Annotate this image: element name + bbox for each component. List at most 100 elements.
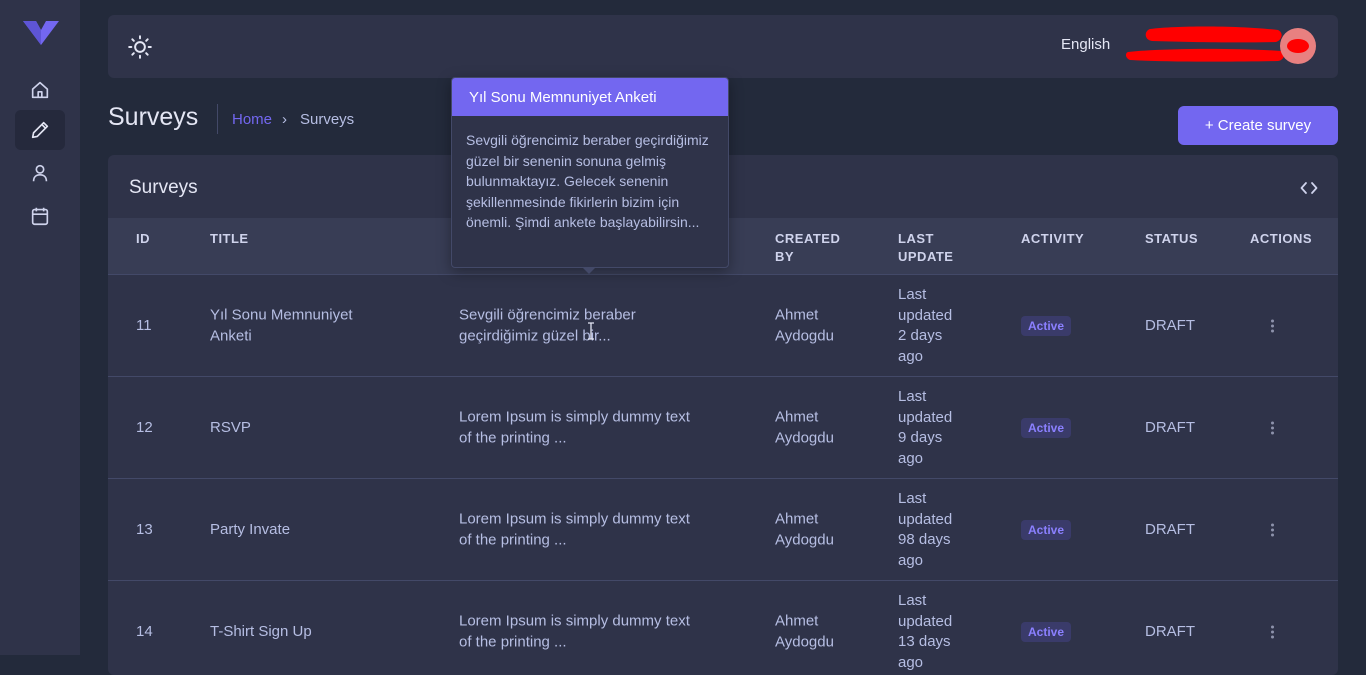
row-title-line2: Anketi xyxy=(210,327,252,344)
row-last-update-line1: Last xyxy=(898,592,927,609)
breadcrumb-current: Surveys xyxy=(300,111,355,128)
row-last-update-line2: updated xyxy=(898,306,953,324)
row-last-update-line1: Last xyxy=(898,490,927,507)
row-description[interactable]: Sevgili öğrencimiz beraber geçirdiğimiz … xyxy=(459,306,636,347)
row-last-update: Last updated 9 days ago xyxy=(898,387,952,469)
row-last-update-line4: ago xyxy=(898,551,924,569)
popover-arrow xyxy=(582,267,596,274)
avatar[interactable] xyxy=(1280,28,1316,64)
row-status: DRAFT xyxy=(1145,622,1195,640)
row-status: DRAFT xyxy=(1145,520,1195,538)
row-created-by: Ahmet Aydogdu xyxy=(775,306,834,347)
row-created-by-line2: Aydogdu xyxy=(775,531,834,548)
header-actions: ACTIONS xyxy=(1250,231,1312,246)
row-last-update-line1: Last xyxy=(898,388,927,405)
row-description[interactable]: Lorem Ipsum is simply dummy text of the … xyxy=(459,510,690,551)
header-last-update-line1: LAST xyxy=(898,231,934,246)
more-vertical-icon[interactable] xyxy=(1271,522,1275,539)
row-status: DRAFT xyxy=(1145,316,1195,334)
sun-icon xyxy=(128,35,152,59)
row-created-by-line1: Ahmet xyxy=(775,510,819,528)
row-created-by: Ahmet Aydogdu xyxy=(775,408,834,449)
theme-toggle-button[interactable] xyxy=(127,34,153,60)
nav-calendar[interactable] xyxy=(15,196,65,236)
row-description-line1: Sevgili öğrencimiz beraber xyxy=(459,306,636,324)
row-created-by-line2: Aydogdu xyxy=(775,633,834,650)
header-activity[interactable]: ACTIVITY xyxy=(1021,230,1084,248)
table-row[interactable]: 12 RSVP Lorem Ipsum is simply dummy text… xyxy=(108,376,1338,479)
row-last-update-line2: updated xyxy=(898,510,953,528)
table-row[interactable]: 11 Yıl Sonu Memnuniyet Anketi Sevgili öğ… xyxy=(108,274,1338,377)
row-last-update-line3: 13 days xyxy=(898,633,951,650)
header-status[interactable]: STATUS xyxy=(1145,230,1198,248)
status-badge: Active xyxy=(1021,316,1072,336)
avatar-redaction xyxy=(1287,39,1309,53)
breadcrumb-divider xyxy=(217,104,218,134)
row-last-update-line2: updated xyxy=(898,612,953,630)
row-created-by: Ahmet Aydogdu xyxy=(775,510,834,551)
nav-home[interactable] xyxy=(15,70,65,110)
header-created-by-line2: BY xyxy=(775,249,795,264)
row-description-line2: of the printing ... xyxy=(459,429,567,446)
more-vertical-icon[interactable] xyxy=(1271,318,1275,335)
row-last-update-line3: 98 days xyxy=(898,531,951,548)
row-id: 12 xyxy=(136,418,153,436)
more-vertical-icon[interactable] xyxy=(1271,624,1275,641)
table-row[interactable]: 14 T-Shirt Sign Up Lorem Ipsum is simply… xyxy=(108,580,1338,675)
code-icon[interactable] xyxy=(1300,179,1318,197)
row-title[interactable]: RSVP xyxy=(210,418,251,439)
logo-icon[interactable] xyxy=(22,18,60,46)
row-id: 14 xyxy=(136,622,153,640)
page-title: Surveys xyxy=(108,103,199,131)
create-survey-button[interactable]: + Create survey xyxy=(1178,106,1338,145)
header-id[interactable]: ID xyxy=(136,230,150,248)
row-last-update-line3: 2 days xyxy=(898,327,943,344)
status-badge: Active xyxy=(1021,418,1072,438)
row-last-update: Last updated 98 days ago xyxy=(898,489,952,571)
popover-body: Sevgili öğrencimiz beraber geçirdiğimiz … xyxy=(466,132,709,230)
status-badge: Active xyxy=(1021,622,1072,642)
row-last-update-line1: Last xyxy=(898,286,927,303)
text-cursor-icon xyxy=(587,322,595,340)
row-id: 11 xyxy=(136,316,152,334)
row-description-line2: geçirdiğimiz güzel bir... xyxy=(459,327,611,344)
row-last-update-line2: updated xyxy=(898,408,953,426)
row-description[interactable]: Lorem Ipsum is simply dummy text of the … xyxy=(459,612,690,653)
more-vertical-icon[interactable] xyxy=(1271,420,1275,437)
nav-users[interactable] xyxy=(15,153,65,193)
user-icon xyxy=(32,164,48,182)
pencil-icon xyxy=(31,121,49,139)
header-created-by[interactable]: CREATED BY xyxy=(775,230,840,266)
row-description-line1: Lorem Ipsum is simply dummy text xyxy=(459,408,690,426)
row-title[interactable]: T-Shirt Sign Up xyxy=(210,622,312,643)
table-row[interactable]: 13 Party Invate Lorem Ipsum is simply du… xyxy=(108,478,1338,581)
header-created-by-line1: CREATED xyxy=(775,231,841,246)
row-last-update-line4: ago xyxy=(898,347,924,365)
row-title-line1: Yıl Sonu Memnuniyet xyxy=(210,306,353,324)
row-status: DRAFT xyxy=(1145,418,1195,436)
row-last-update: Last updated 13 days ago xyxy=(898,591,952,673)
row-id: 13 xyxy=(136,520,153,538)
header-title[interactable]: TITLE xyxy=(210,230,249,248)
sidebar xyxy=(0,0,80,655)
row-description-line2: of the printing ... xyxy=(459,531,567,548)
row-description-line2: of the printing ... xyxy=(459,633,567,650)
breadcrumb-home-link[interactable]: Home xyxy=(232,111,272,128)
language-selector[interactable]: English xyxy=(1061,36,1110,53)
row-last-update-line4: ago xyxy=(898,449,924,467)
nav-surveys[interactable] xyxy=(15,110,65,150)
row-created-by-line1: Ahmet xyxy=(775,408,819,426)
row-description-line1: Lorem Ipsum is simply dummy text xyxy=(459,612,690,630)
row-title[interactable]: Yıl Sonu Memnuniyet Anketi xyxy=(210,306,353,347)
row-created-by-line2: Aydogdu xyxy=(775,327,834,344)
row-created-by-line1: Ahmet xyxy=(775,306,819,324)
header-last-update[interactable]: LAST UPDATE xyxy=(898,230,953,266)
row-created-by-line1: Ahmet xyxy=(775,612,819,630)
home-icon xyxy=(31,81,49,99)
row-title[interactable]: Party Invate xyxy=(210,520,290,541)
row-description-line1: Lorem Ipsum is simply dummy text xyxy=(459,510,690,528)
popover-title: Yıl Sonu Memnuniyet Anketi xyxy=(452,78,728,116)
row-last-update-line3: 9 days xyxy=(898,429,943,446)
row-created-by-line2: Aydogdu xyxy=(775,429,834,446)
row-description[interactable]: Lorem Ipsum is simply dummy text of the … xyxy=(459,408,690,449)
